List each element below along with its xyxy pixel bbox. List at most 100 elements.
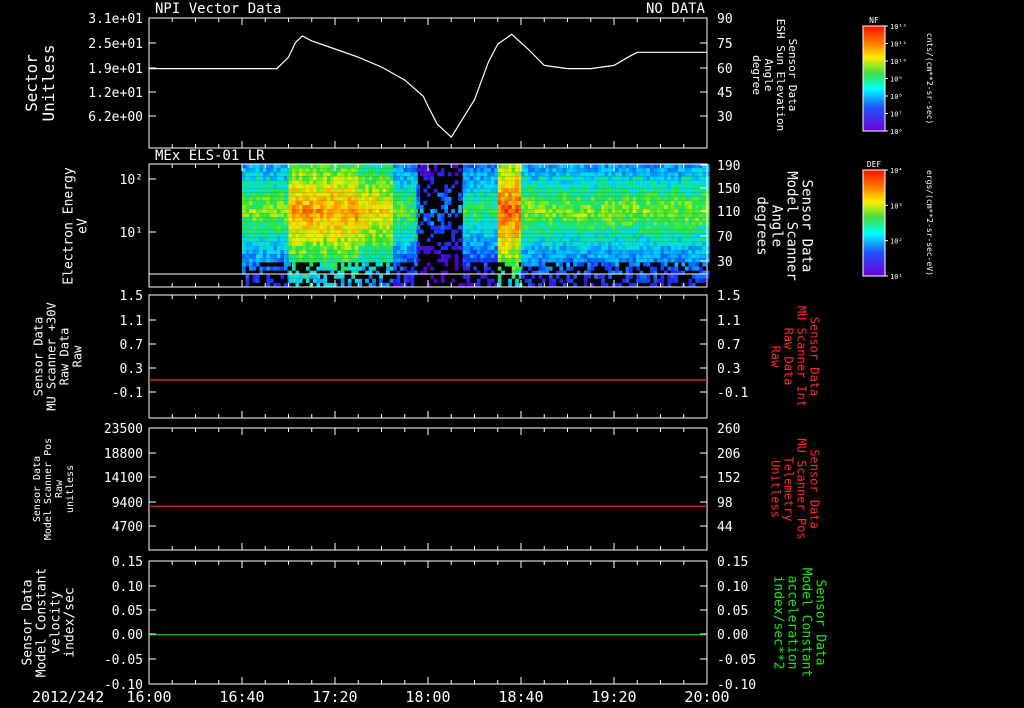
spectrogram-pixel (590, 250, 595, 255)
spectrogram-pixel (365, 180, 369, 185)
spectrogram-pixel (597, 217, 602, 222)
spectrogram-pixel (361, 188, 366, 193)
spectrogram-pixel (674, 217, 679, 222)
spectrogram-pixel (521, 200, 525, 205)
spectrogram-pixel (691, 217, 696, 222)
spectrogram-pixel (386, 209, 390, 214)
spectrogram-pixel (521, 274, 525, 279)
spectrogram-pixel (295, 184, 300, 189)
spectrogram-pixel (333, 209, 338, 214)
spectrogram-pixel (573, 221, 577, 226)
spectrogram-pixel (249, 180, 253, 185)
spectrogram-pixel (266, 250, 271, 255)
spectrogram-pixel (587, 237, 591, 242)
spectrogram-pixel (698, 180, 703, 185)
spectrogram-pixel (611, 225, 616, 230)
spectrogram-pixel (365, 246, 369, 251)
spectrogram-pixel (255, 184, 260, 189)
spectrogram-pixel (283, 233, 288, 238)
spectrogram-pixel (269, 200, 274, 205)
spectrogram-pixel (594, 176, 598, 181)
spectrogram-pixel (473, 246, 477, 251)
spectrogram-pixel (249, 200, 253, 205)
x-tick-label: 16:40 (219, 688, 264, 706)
spectrogram-pixel (255, 200, 260, 205)
spectrogram-pixel (705, 213, 710, 218)
spectrogram-pixel (677, 184, 682, 189)
spectrogram-pixel (660, 237, 665, 242)
spectrogram-pixel (252, 180, 257, 185)
spectrogram-pixel (497, 209, 502, 214)
spectrogram-pixel (316, 176, 321, 181)
spectrogram-pixel (316, 282, 321, 287)
spectrogram-pixel (531, 274, 536, 279)
spectrogram-pixel (379, 213, 383, 218)
spectrogram-pixel (358, 184, 362, 189)
spectrogram-pixel (569, 188, 574, 193)
spectrogram-pixel (608, 262, 612, 267)
spectrogram-pixel (608, 246, 612, 251)
spectrogram-pixel (333, 241, 338, 246)
spectrogram-pixel (312, 229, 317, 234)
spectrogram-pixel (473, 241, 477, 246)
spectrogram-pixel (393, 233, 397, 238)
spectrogram-pixel (504, 168, 509, 173)
spectrogram-pixel (667, 241, 672, 246)
spectrogram-pixel (515, 168, 519, 173)
spectrogram-pixel (671, 205, 675, 210)
spectrogram-pixel (590, 176, 595, 181)
spectrogram-pixel (508, 196, 512, 201)
spectrogram-pixel (650, 229, 654, 234)
spectrogram-pixel (501, 250, 505, 255)
spectrogram-pixel (330, 254, 335, 259)
spectrogram-pixel (583, 274, 588, 279)
spectrogram-pixel (562, 205, 567, 210)
spectrogram-pixel (414, 209, 418, 214)
spectrogram-pixel (528, 176, 532, 181)
spectrogram-pixel (269, 254, 274, 259)
spectrogram-pixel (266, 188, 271, 193)
spectrogram-pixel (583, 200, 588, 205)
spectrogram-pixel (266, 266, 271, 271)
spectrogram-pixel (604, 262, 609, 267)
spectrogram-pixel (259, 266, 264, 271)
spectrogram-pixel (319, 266, 324, 271)
spectrogram-pixel (316, 266, 321, 271)
spectrogram-pixel (382, 176, 387, 181)
spectrogram-pixel (688, 250, 693, 255)
spectrogram-pixel (657, 213, 661, 218)
spectrogram-pixel (580, 229, 584, 234)
spectrogram-pixel (573, 233, 577, 238)
spectrogram-pixel (705, 274, 710, 279)
spectrogram-pixel (660, 229, 665, 234)
spectrogram-pixel (319, 250, 324, 255)
spectrogram-pixel (548, 221, 553, 226)
spectrogram-pixel (351, 233, 355, 238)
spectrogram-pixel (451, 237, 455, 242)
spectrogram-pixel (466, 250, 471, 255)
spectrogram-pixel (466, 168, 471, 173)
spectrogram-pixel (660, 168, 665, 173)
spectrogram-pixel (309, 176, 314, 181)
spectrogram-pixel (497, 200, 502, 205)
spectrogram-pixel (273, 192, 278, 197)
spectrogram-pixel (305, 188, 310, 193)
spectrogram-pixel (280, 168, 285, 173)
spectrogram-pixel (511, 254, 516, 259)
spectrogram-pixel (559, 180, 564, 185)
right-tick-label: 152 (717, 471, 740, 486)
spectrogram-pixel (632, 221, 637, 226)
spectrogram-pixel (674, 233, 679, 238)
spectrogram-pixel (552, 282, 557, 287)
spectrogram-pixel (365, 233, 369, 238)
spectrogram-pixel (535, 254, 539, 259)
spectrogram-pixel (280, 250, 285, 255)
spectrogram-pixel (622, 188, 626, 193)
spectrogram-pixel (368, 233, 373, 238)
spectrogram-pixel (664, 180, 668, 185)
spectrogram-pixel (309, 229, 314, 234)
spectrogram-pixel (625, 266, 630, 271)
spectrogram-pixel (280, 274, 285, 279)
spectrogram-pixel (695, 205, 700, 210)
spectrogram-pixel (508, 205, 512, 210)
